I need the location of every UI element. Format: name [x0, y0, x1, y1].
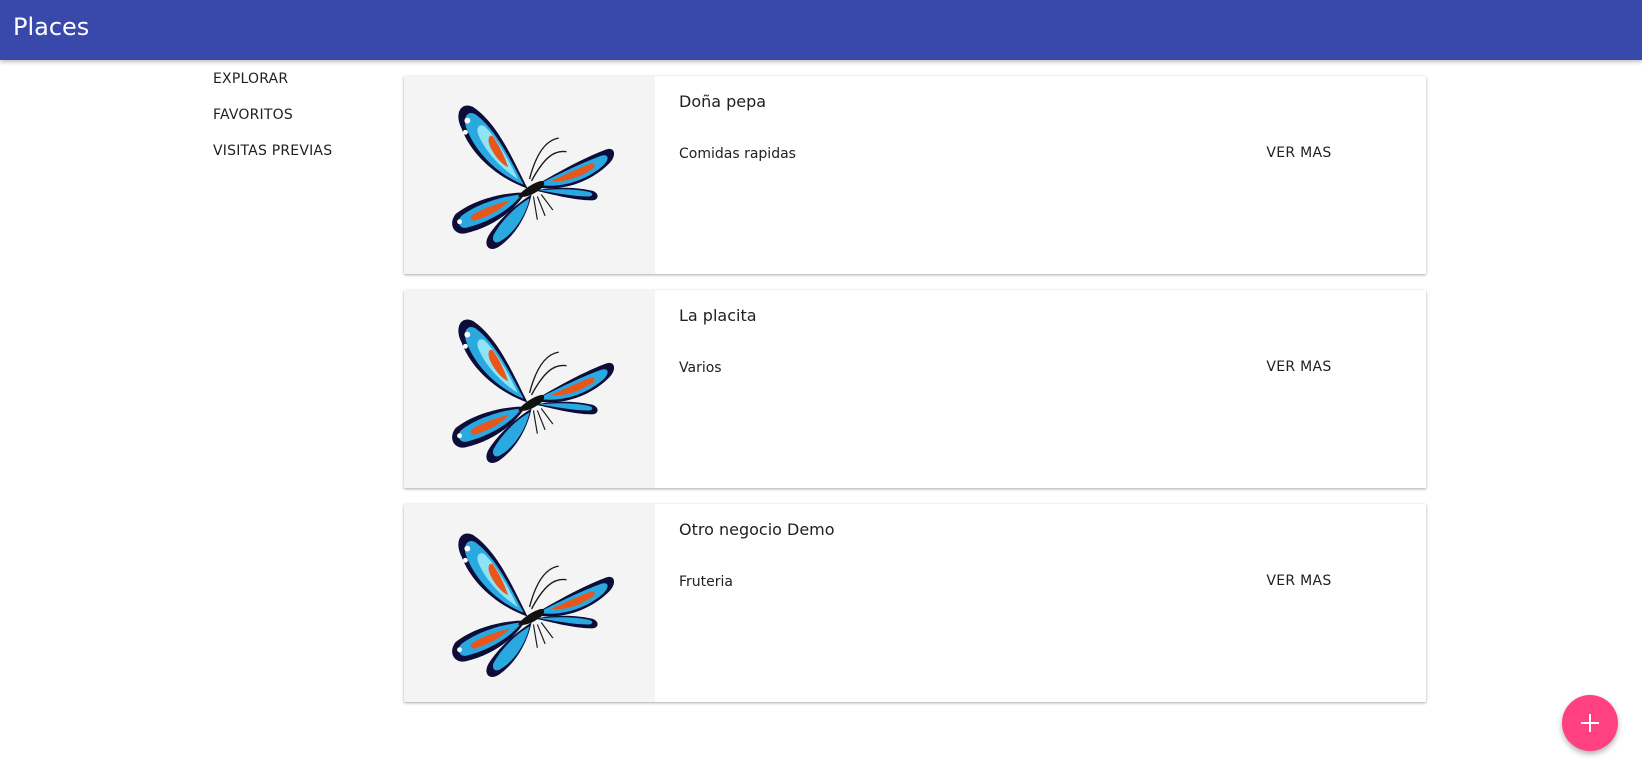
butterfly-icon [451, 532, 615, 678]
app-bar: Places [0, 0, 1642, 60]
nav-item-explorar[interactable]: EXPLORAR [213, 68, 383, 104]
side-nav: EXPLORAR FAVORITOS VISITAS PREVIAS [213, 68, 383, 176]
ver-mas-button[interactable]: VER MAS [1251, 135, 1347, 171]
app-title: Places [13, 13, 90, 41]
add-place-button[interactable] [1562, 695, 1618, 751]
nav-item-visitas-previas[interactable]: VISITAS PREVIAS [213, 140, 383, 176]
butterfly-icon [451, 104, 615, 250]
place-category: Varios [679, 360, 722, 376]
place-card: La placita Varios VER MAS [404, 290, 1426, 488]
place-category: Comidas rapidas [679, 146, 796, 162]
place-image [404, 76, 655, 274]
ver-mas-button[interactable]: VER MAS [1251, 563, 1347, 599]
place-name: Otro negocio Demo [679, 520, 835, 539]
places-list: Doña pepa Comidas rapidas VER MAS La pla… [404, 76, 1426, 718]
place-card: Doña pepa Comidas rapidas VER MAS [404, 76, 1426, 274]
butterfly-icon [451, 318, 615, 464]
place-category: Fruteria [679, 574, 733, 590]
place-image [404, 504, 655, 702]
place-card: Otro negocio Demo Fruteria VER MAS [404, 504, 1426, 702]
place-name: La placita [679, 306, 757, 325]
place-name: Doña pepa [679, 92, 767, 111]
plus-icon [1581, 714, 1599, 732]
place-image [404, 290, 655, 488]
ver-mas-button[interactable]: VER MAS [1251, 349, 1347, 385]
nav-item-favoritos[interactable]: FAVORITOS [213, 104, 383, 140]
